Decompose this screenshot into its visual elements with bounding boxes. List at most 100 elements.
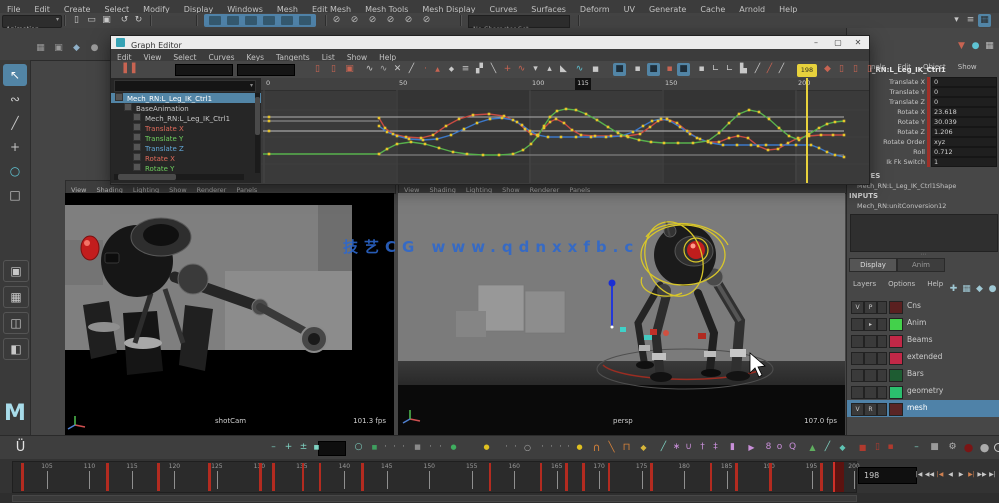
keyframe-dot[interactable] [549, 116, 552, 119]
keyframe-dot[interactable] [488, 113, 491, 116]
curve-visibility-toggle[interactable] [124, 103, 132, 111]
layer-row[interactable]: VRmesh [847, 400, 999, 417]
outliner-filter-field[interactable]: ▾ [114, 80, 256, 92]
record-icon[interactable]: ● [962, 441, 975, 454]
toolbar-icon[interactable]: ▯ [849, 63, 862, 76]
layer-tab-anim[interactable]: Anim [897, 258, 945, 272]
keyframe-dot[interactable] [476, 122, 479, 125]
keyframe-dot[interactable] [620, 135, 623, 138]
toolbar-icon[interactable]: ╱ [775, 63, 788, 76]
toolbar-icon[interactable]: – [910, 441, 923, 454]
layer-playback-toggle[interactable] [864, 369, 877, 382]
keyframe-dot[interactable] [590, 136, 593, 139]
keyframe-dot[interactable] [669, 120, 672, 123]
input-node-name[interactable]: Mech_RN:unitConversion12 [857, 202, 997, 210]
toolbar-icon[interactable]: ✕ [391, 63, 404, 76]
keyframe-tick[interactable] [582, 463, 585, 491]
keyframe-tick[interactable] [21, 463, 24, 491]
toolbar-icon[interactable]: ∿ [377, 63, 390, 76]
keyframe-dot[interactable] [396, 143, 399, 146]
layer-visibility-toggle[interactable]: V [851, 403, 864, 416]
channel-value-field[interactable]: 0 [931, 97, 997, 107]
keyframe-dot[interactable] [512, 153, 515, 156]
keyframe-dot[interactable] [677, 142, 680, 145]
toolbar-icon[interactable]: ▴ [543, 63, 556, 76]
keyframe-dot[interactable] [268, 120, 271, 123]
wrench-icon[interactable]: ⚙ [946, 441, 959, 454]
current-frame-field[interactable]: 198 [858, 467, 917, 484]
keyframe-dot[interactable] [651, 120, 654, 123]
toolbar-icon[interactable]: ◣ [557, 63, 570, 76]
curve-visibility-toggle[interactable] [133, 133, 141, 141]
keyframe-dot[interactable] [605, 136, 608, 139]
new-scene-icon[interactable]: ▯ [70, 14, 83, 27]
undo-icon[interactable]: ↺ [118, 14, 131, 27]
toolbar-icon[interactable]: ● [573, 441, 586, 454]
keyframe-dot[interactable] [808, 133, 811, 136]
keyframe-dot[interactable] [607, 126, 610, 129]
keyframe-dot[interactable] [386, 148, 389, 151]
toolbar-icon[interactable]: ▌ [129, 63, 142, 76]
redo-icon[interactable]: ↻ [132, 14, 145, 27]
keyframe-dot[interactable] [463, 128, 466, 131]
outliner-row[interactable]: Translate Y [111, 133, 261, 143]
snap-plane-icon[interactable]: ⊘ [384, 14, 397, 27]
keyframe-dot[interactable] [639, 133, 642, 136]
selection-mask-icon[interactable] [245, 16, 257, 25]
move-layer-down-icon[interactable]: ● [986, 283, 999, 296]
keyframe-dot[interactable] [707, 140, 710, 143]
toolbar-icon[interactable]: ∪ [682, 441, 695, 454]
keyframe-dot[interactable] [522, 149, 525, 152]
keyframe-dot[interactable] [718, 132, 721, 135]
keyframe-dot[interactable] [594, 135, 597, 138]
layer-playback-toggle[interactable]: R [864, 403, 877, 416]
layer-playback-toggle[interactable] [864, 352, 877, 365]
keyframe-dot[interactable] [650, 141, 653, 144]
channel-speed-icon[interactable]: ● [969, 40, 982, 53]
layer-color-swatch[interactable] [889, 369, 903, 382]
toolbar-icon[interactable]: ∿ [573, 63, 586, 76]
keyframe-dot[interactable] [692, 142, 695, 145]
outliner-row[interactable]: Translate Z [111, 143, 261, 153]
keyframe-tick[interactable] [361, 463, 364, 491]
keyframe-dot[interactable] [549, 121, 552, 124]
toolbar-icon[interactable]: ╱ [821, 441, 834, 454]
layer-display-type-toggle[interactable] [877, 403, 887, 416]
keyframe-dot[interactable] [798, 139, 801, 142]
keyframe-dot[interactable] [565, 108, 568, 111]
channel-value-field[interactable]: 0.712 [931, 147, 997, 157]
keyframe-dot[interactable] [820, 134, 823, 137]
toolbar-icon[interactable]: o [773, 441, 786, 454]
layer-display-type-toggle[interactable] [877, 386, 887, 399]
keyframe-dot[interactable] [810, 144, 813, 147]
layer-visibility-toggle[interactable] [851, 369, 864, 382]
toolbar-icon[interactable]: ╲ [487, 63, 500, 76]
stats-field-1[interactable] [175, 64, 233, 76]
sync-icon[interactable]: ○ [352, 441, 365, 454]
channel-value-field[interactable]: 23.618 [931, 107, 997, 117]
keyframe-tick[interactable] [608, 463, 611, 491]
layer-visibility-toggle[interactable] [851, 335, 864, 348]
channel-value-field[interactable]: 0 [931, 77, 997, 87]
layer-display-type-toggle[interactable] [877, 369, 887, 382]
layer-color-swatch[interactable] [889, 318, 903, 331]
lasso-select-tool[interactable]: ∾ [3, 88, 27, 110]
toolbar-icon[interactable]: ± [297, 441, 310, 454]
keyframe-dot[interactable] [843, 120, 846, 123]
keyframe-dot[interactable] [530, 133, 533, 136]
toolbar-icon[interactable]: ∿ [363, 63, 376, 76]
keyframe-dot[interactable] [657, 120, 660, 123]
channel-value-field[interactable]: 1.206 [931, 127, 997, 137]
snap-view-icon[interactable]: ⊘ [402, 14, 415, 27]
toolbar-icon[interactable]: ▯ [871, 441, 884, 454]
keyframe-dot[interactable] [689, 133, 692, 136]
toolbar-icon[interactable]: ▞ [473, 63, 486, 76]
keyframe-dot[interactable] [268, 116, 271, 119]
keyframe-dot[interactable] [834, 154, 837, 157]
outliner-row[interactable]: Translate X [111, 123, 261, 133]
graph-editor-window[interactable]: Graph Editor – ▢ ✕ EditViewSelectCurvesK… [110, 35, 870, 185]
keyframe-dot[interactable] [666, 118, 669, 121]
keyframe-dot[interactable] [826, 123, 829, 126]
layer-row[interactable]: VPCns [847, 298, 999, 315]
keyframe-tick[interactable] [319, 463, 322, 491]
